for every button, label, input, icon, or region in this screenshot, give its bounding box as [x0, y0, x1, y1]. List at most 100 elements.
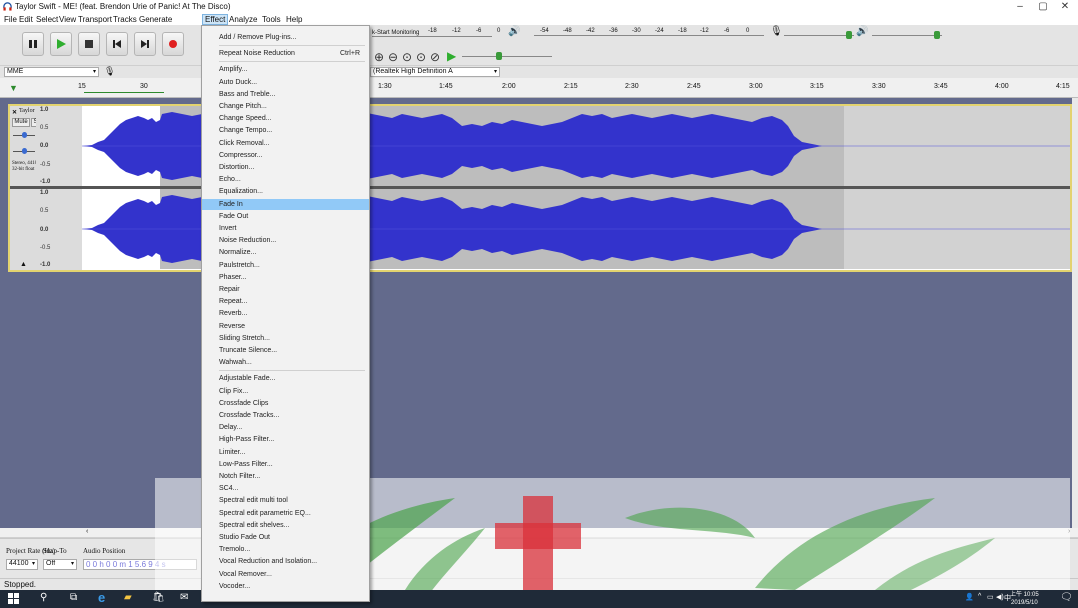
windows-start-icon[interactable] [8, 593, 20, 605]
record-volume-slider[interactable] [784, 35, 854, 36]
effect-item-click-removal[interactable]: Click Removal... [202, 138, 369, 149]
effect-item-adjustable-fade[interactable]: Adjustable Fade... [202, 373, 369, 384]
track-close-icon[interactable]: ✕ [12, 109, 17, 116]
effect-item-crossfade-clips[interactable]: Crossfade Clips [202, 398, 369, 409]
effect-item-distortion[interactable]: Distortion... [202, 162, 369, 173]
effect-item-change-speed[interactable]: Change Speed... [202, 113, 369, 124]
effect-item-delay[interactable]: Delay... [202, 422, 369, 433]
playback-volume-thumb[interactable] [934, 31, 940, 39]
volume-icon[interactable]: ◀) [996, 593, 1004, 601]
stop-button[interactable] [78, 32, 100, 56]
notifications-icon[interactable]: 🗨 [1060, 592, 1073, 603]
playback-meter[interactable] [534, 35, 764, 36]
file-explorer-icon[interactable]: ▰ [124, 592, 132, 603]
project-rate-select[interactable]: 44100 ▾ [6, 559, 38, 570]
system-clock[interactable]: 上午 10:05 2019/5/10 [1010, 591, 1039, 607]
edge-icon[interactable]: e [98, 590, 105, 605]
playback-volume-slider[interactable] [872, 35, 942, 36]
effect-item-change-pitch[interactable]: Change Pitch... [202, 101, 369, 112]
effect-item-equalization[interactable]: Equalization... [202, 186, 369, 197]
effect-item-studio-fade-out[interactable]: Studio Fade Out [202, 532, 369, 543]
audio-host-select[interactable]: MME ▾ [4, 67, 99, 77]
effect-item-add-remove-plug-ins[interactable]: Add / Remove Plug-ins... [202, 32, 369, 43]
menu-tracks[interactable]: Tracks [111, 14, 139, 25]
playback-device-select[interactable]: (Realtek High Definition A ▾ [370, 67, 500, 77]
menu-effect[interactable]: Effect [202, 14, 229, 25]
fit-project-icon[interactable]: ⊙ [416, 50, 426, 64]
effect-item-wahwah[interactable]: Wahwah... [202, 357, 369, 368]
gain-thumb[interactable] [22, 132, 27, 138]
menu-help[interactable]: Help [284, 14, 304, 25]
timeline-ruler[interactable]: ▼ 15 30 1:30 1:45 2:00 2:15 2:30 2:45 3:… [0, 78, 1078, 98]
task-view-icon[interactable]: ⧉ [70, 592, 77, 603]
effect-item-reverb[interactable]: Reverb... [202, 308, 369, 319]
effect-item-auto-duck[interactable]: Auto Duck... [202, 77, 369, 88]
effect-item-low-pass-filter[interactable]: Low-Pass Filter... [202, 459, 369, 470]
effect-item-repeat[interactable]: Repeat... [202, 296, 369, 307]
network-icon[interactable]: ▭ [987, 593, 994, 601]
effect-item-paulstretch[interactable]: Paulstretch... [202, 260, 369, 271]
effect-item-sc4[interactable]: SC4... [202, 483, 369, 494]
zoom-toggle-icon[interactable]: ⊘ [430, 50, 440, 64]
effect-item-crossfade-tracks[interactable]: Crossfade Tracks... [202, 410, 369, 421]
skip-to-start-button[interactable] [106, 32, 128, 56]
pause-button[interactable] [22, 32, 44, 56]
menu-generate[interactable]: Generate [137, 14, 174, 25]
menu-transport[interactable]: Transport [76, 14, 114, 25]
zoom-out-icon[interactable]: ⊖ [388, 50, 398, 64]
close-button[interactable]: ✕ [1055, 1, 1075, 13]
play-speed-slider[interactable] [462, 56, 552, 57]
effect-item-invert[interactable]: Invert [202, 223, 369, 234]
pan-thumb[interactable] [22, 148, 27, 154]
people-icon[interactable]: 👤 [965, 593, 974, 601]
effect-item-phaser[interactable]: Phaser... [202, 272, 369, 283]
mute-button[interactable]: Mute [12, 118, 30, 127]
effect-item-bass-and-treble[interactable]: Bass and Treble... [202, 89, 369, 100]
effect-item-compressor[interactable]: Compressor... [202, 150, 369, 161]
record-volume-thumb[interactable] [846, 31, 852, 39]
effect-item-repeat-noise-reduction[interactable]: Repeat Noise Reduction Ctrl+R [202, 48, 369, 59]
effect-item-reverse[interactable]: Reverse [202, 321, 369, 332]
effect-item-truncate-silence[interactable]: Truncate Silence... [202, 345, 369, 356]
play-button[interactable] [50, 32, 72, 56]
effect-item-fade-in[interactable]: Fade In [202, 198, 369, 210]
search-icon[interactable]: ⚲ [40, 592, 47, 603]
vertical-scrollbar[interactable] [1072, 98, 1078, 528]
effect-item-spectral-edit-shelves[interactable]: Spectral edit shelves... [202, 520, 369, 531]
effect-item-repair[interactable]: Repair [202, 284, 369, 295]
effect-item-high-pass-filter[interactable]: High-Pass Filter... [202, 434, 369, 445]
record-button[interactable] [162, 32, 184, 56]
menu-analyze[interactable]: Analyze [227, 14, 259, 25]
effect-item-vocal-reduction-and-isolation[interactable]: Vocal Reduction and Isolation... [202, 556, 369, 567]
zoom-in-icon[interactable]: ⊕ [374, 50, 384, 64]
effect-item-vocoder[interactable]: Vocoder... [202, 581, 369, 592]
effect-item-change-tempo[interactable]: Change Tempo... [202, 125, 369, 136]
effect-item-tremolo[interactable]: Tremolo... [202, 544, 369, 555]
play-at-speed-icon[interactable]: ▶ [447, 49, 456, 63]
menu-edit[interactable]: Edit [17, 14, 35, 25]
play-speed-thumb[interactable] [496, 52, 502, 60]
effect-item-echo[interactable]: Echo... [202, 174, 369, 185]
tray-chevron-icon[interactable]: ^ [978, 593, 981, 600]
timeline-options-icon[interactable]: ▼ [9, 83, 18, 93]
menu-tools[interactable]: Tools [260, 14, 283, 25]
minimize-button[interactable]: – [1010, 1, 1030, 13]
effect-item-clip-fix[interactable]: Clip Fix... [202, 386, 369, 397]
effect-item-spectral-edit-multi-tool[interactable]: Spectral edit multi tool [202, 495, 369, 506]
effect-item-vocal-remover[interactable]: Vocal Remover... [202, 569, 369, 580]
effect-item-amplify[interactable]: Amplify... [202, 64, 369, 75]
collapse-track-icon[interactable]: ▲ [20, 261, 27, 268]
effect-item-fade-out[interactable]: Fade Out [202, 211, 369, 222]
mail-icon[interactable]: ✉ [180, 592, 188, 603]
maximize-button[interactable]: ▢ [1033, 1, 1053, 13]
skip-to-end-button[interactable] [134, 32, 156, 56]
effect-item-normalize[interactable]: Normalize... [202, 247, 369, 258]
effect-item-noise-reduction[interactable]: Noise Reduction... [202, 235, 369, 246]
scroll-left-icon[interactable]: ‹ [86, 528, 88, 535]
snap-to-select[interactable]: Off ▾ [43, 559, 77, 570]
effect-item-sliding-stretch[interactable]: Sliding Stretch... [202, 333, 369, 344]
store-icon[interactable]: 🛍 [152, 592, 165, 603]
effect-item-notch-filter[interactable]: Notch Filter... [202, 471, 369, 482]
effect-item-limiter[interactable]: Limiter... [202, 447, 369, 458]
fit-selection-icon[interactable]: ⊙ [402, 50, 412, 64]
